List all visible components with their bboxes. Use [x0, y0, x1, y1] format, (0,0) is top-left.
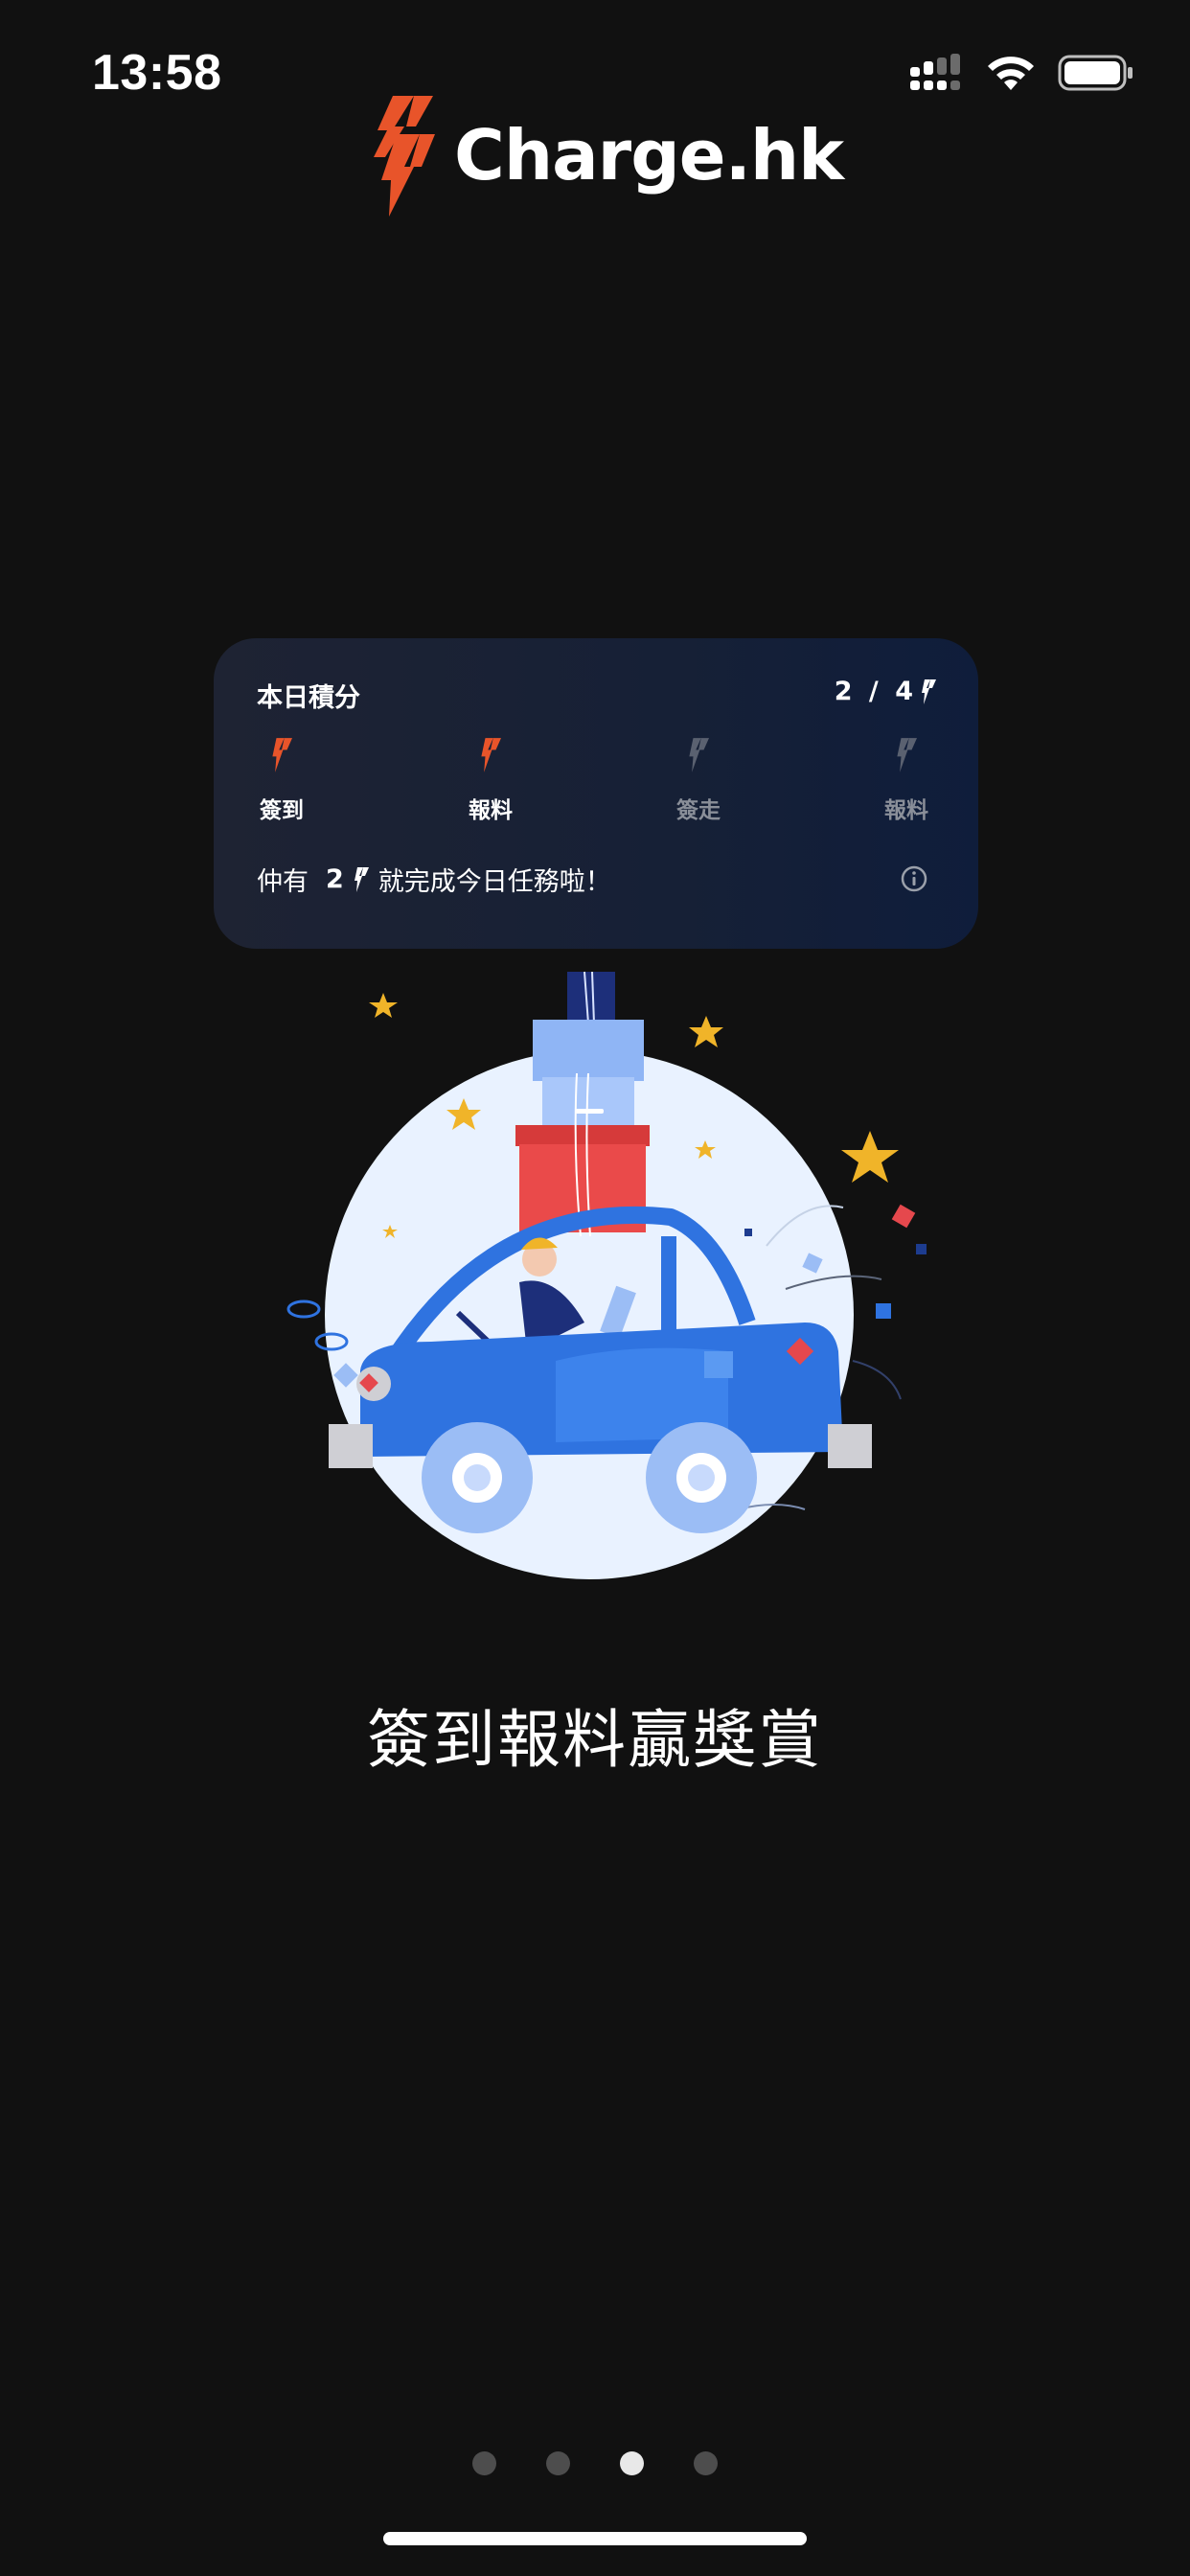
score-separator: /: [859, 677, 888, 706]
page-dot-4[interactable]: [694, 2451, 718, 2475]
star-icon: [689, 1016, 723, 1047]
daily-score: 2 / 4: [835, 677, 936, 706]
task-report: 報料: [447, 738, 534, 824]
brand-logo: Charge.hk: [366, 94, 844, 217]
signal-icon: [910, 54, 960, 90]
car-with-gift-boxes-illustration: [286, 971, 927, 1579]
star-icon: [841, 1131, 899, 1183]
info-icon[interactable]: [900, 864, 928, 893]
remaining-points-message: 仲有 2 就完成今日任務啦！: [257, 861, 611, 898]
brand-name: Charge.hk: [454, 115, 844, 196]
message-count: 2: [326, 864, 344, 894]
wifi-icon: [988, 57, 1034, 90]
bolt-icon: [272, 738, 292, 772]
score-total: 4: [895, 677, 913, 706]
task-label: 簽到: [260, 798, 304, 823]
bolt-icon: [481, 738, 501, 772]
card-title: 本日積分: [257, 683, 360, 713]
page-dot-1[interactable]: [472, 2451, 496, 2475]
bolt-icon: [922, 678, 936, 704]
task-check-in: 簽到: [239, 738, 325, 824]
task-label: 報料: [884, 798, 928, 823]
page-dot-2[interactable]: [546, 2451, 570, 2475]
score-earned: 2: [834, 677, 853, 706]
status-bar-time: 13:58: [92, 45, 222, 101]
bolt-icon: [689, 738, 709, 772]
battery-icon: [1058, 55, 1133, 91]
bolt-icon: [897, 738, 917, 772]
daily-points-card[interactable]: 本日積分 2 / 4 簽到 報料 簽走 報料 仲有 2 就完成今日任務啦！: [214, 638, 978, 949]
task-label: 簽走: [676, 798, 721, 823]
message-suffix: 就完成今日任務啦！: [378, 867, 611, 897]
onboarding-headline: 簽到報料贏獎賞: [367, 1703, 823, 1777]
message-prefix: 仲有: [257, 867, 309, 897]
page-indicator[interactable]: [0, 2451, 1190, 2475]
lightning-bolt-logo-icon: [374, 96, 435, 217]
star-icon: [369, 993, 398, 1018]
task-label: 報料: [469, 798, 513, 823]
status-bar-icons: [910, 54, 1134, 92]
task-report-2: 報料: [863, 738, 950, 824]
page-dot-3-active[interactable]: [620, 2451, 644, 2475]
task-check-out: 簽走: [655, 738, 742, 824]
bolt-icon: [354, 866, 369, 892]
home-indicator[interactable]: [383, 2532, 807, 2545]
